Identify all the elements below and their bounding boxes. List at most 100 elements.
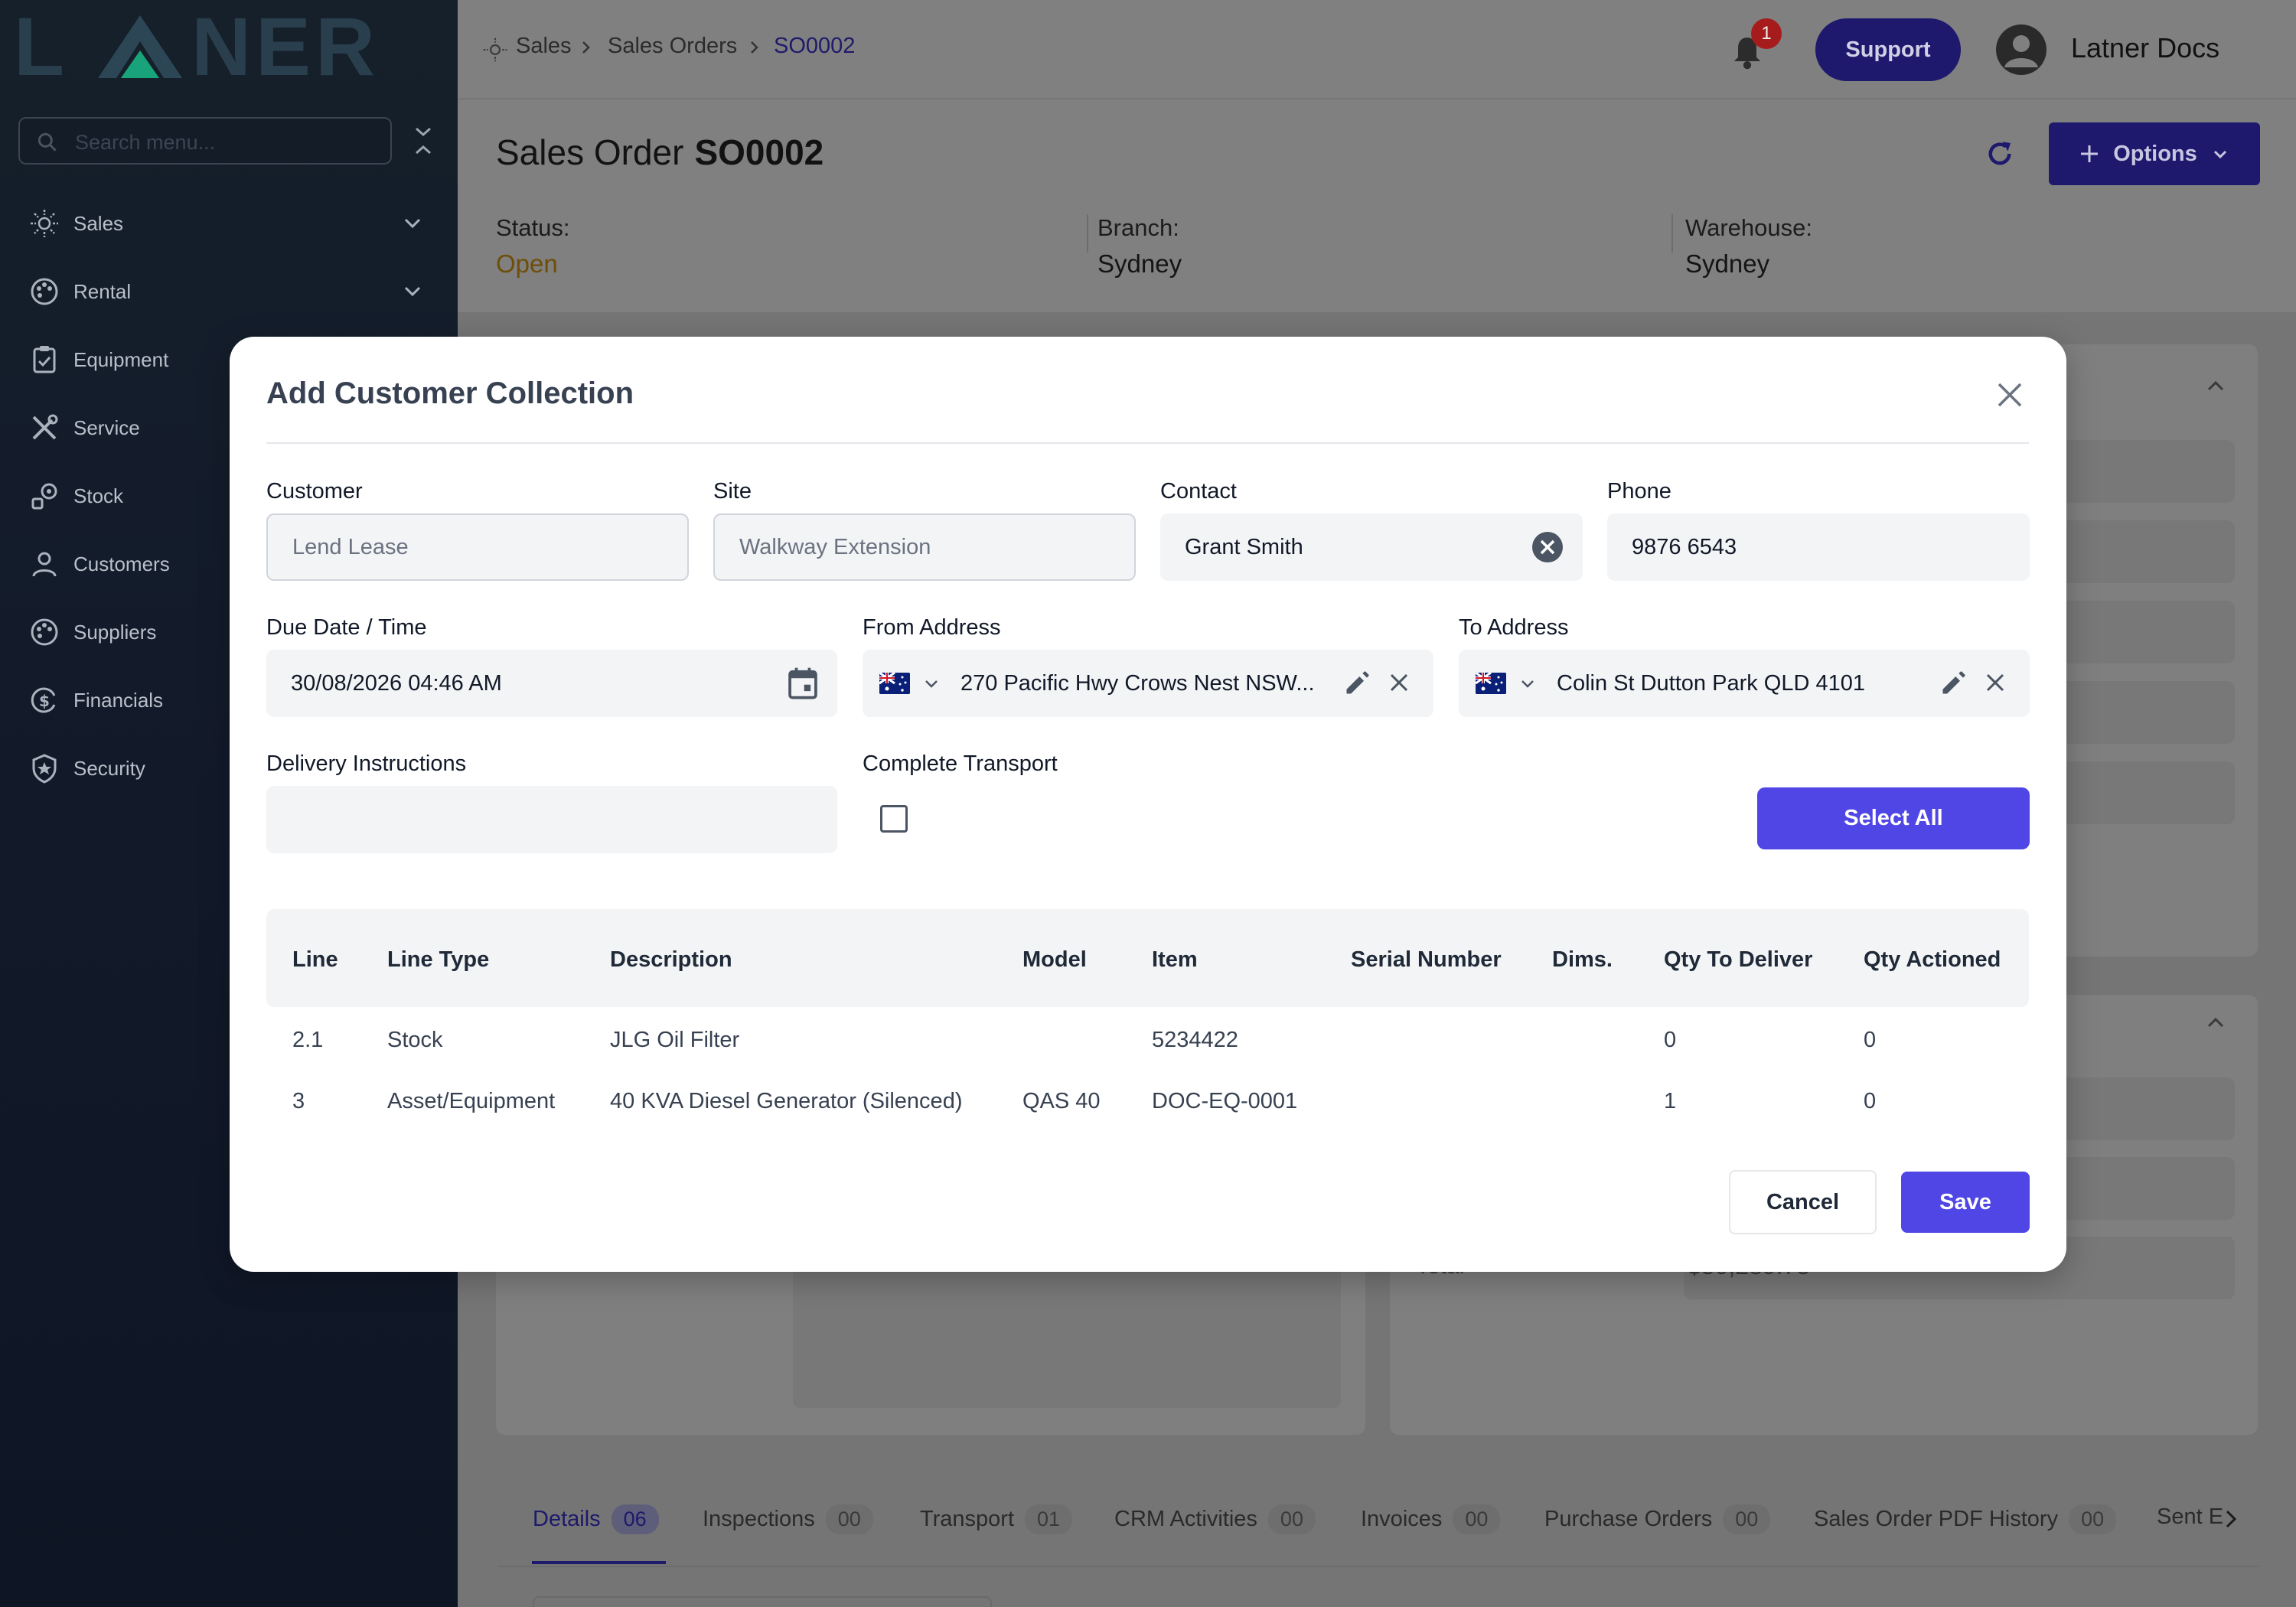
- due-date-field[interactable]: 30/08/2026 04:46 AM: [266, 650, 837, 717]
- breadcrumb-sales-orders[interactable]: Sales Orders: [608, 34, 737, 59]
- chevron-right-icon: [582, 41, 590, 54]
- contact-field[interactable]: Grant Smith: [1160, 513, 1583, 581]
- person-icon: [28, 547, 61, 581]
- chevron-up-icon[interactable]: [2204, 1012, 2227, 1035]
- cancel-button[interactable]: Cancel: [1729, 1170, 1877, 1234]
- table-cell: 1: [1664, 1089, 1677, 1113]
- tab-label: Details: [533, 1507, 601, 1531]
- from-address-value: 270 Pacific Hwy Crows Nest NSW...: [960, 670, 1315, 696]
- clear-icon[interactable]: [1984, 671, 2007, 694]
- notification-badge: 1: [1751, 18, 1782, 49]
- sidebar-item-label: Financials: [73, 688, 164, 712]
- table-cell: 0: [1664, 1028, 1677, 1052]
- tab-invoices[interactable]: Invoices 00: [1361, 1504, 1501, 1534]
- menu-search-placeholder: Search menu...: [75, 131, 216, 154]
- chevron-right-icon: [751, 41, 758, 54]
- tab-count: 01: [1025, 1504, 1073, 1534]
- pencil-icon[interactable]: [1939, 670, 1967, 697]
- customer-value: Lend Lease: [292, 534, 409, 559]
- tab-sales-order-pdf-history[interactable]: Sales Order PDF History 00: [1814, 1504, 2117, 1534]
- sidebar-item-label: Security: [73, 756, 145, 780]
- divider: [1087, 214, 1088, 253]
- contact-label: Contact: [1160, 479, 1237, 504]
- table-cell: JLG Oil Filter: [610, 1028, 740, 1052]
- column-header: Qty Actioned: [1864, 947, 2001, 972]
- tab-count: 00: [2069, 1504, 2117, 1534]
- chevron-down-icon[interactable]: [1518, 674, 1537, 693]
- pencil-icon[interactable]: [1343, 670, 1371, 697]
- tab-label: CRM Activities: [1114, 1507, 1257, 1531]
- clear-icon[interactable]: [1388, 671, 1411, 694]
- parts-icon: [28, 479, 61, 513]
- tab-sent-emails[interactable]: Sent E: [2157, 1504, 2226, 1530]
- tab-count: 00: [1723, 1504, 1771, 1534]
- table-cell: 40 KVA Diesel Generator (Silenced): [610, 1089, 963, 1113]
- clear-icon[interactable]: [1531, 530, 1564, 564]
- tab-crm-activities[interactable]: CRM Activities 00: [1114, 1504, 1316, 1534]
- from-address-field[interactable]: 270 Pacific Hwy Crows Nest NSW...: [863, 650, 1433, 717]
- tab-purchase-orders[interactable]: Purchase Orders 00: [1544, 1504, 1771, 1534]
- complete-transport-checkbox[interactable]: [880, 805, 908, 833]
- column-header: Qty To Deliver: [1664, 947, 1813, 972]
- table-cell: QAS 40: [1022, 1089, 1101, 1113]
- sidebar-item-label: Service: [73, 416, 140, 439]
- tab-count: 00: [1453, 1504, 1501, 1534]
- collapse-sidebar-icon[interactable]: [412, 122, 435, 159]
- tab-count: 00: [825, 1504, 873, 1534]
- branch-value: Sydney: [1097, 249, 1182, 278]
- latner-logo: L NER: [14, 8, 380, 84]
- table-cell: 0: [1864, 1028, 1877, 1052]
- support-button[interactable]: Support: [1815, 18, 1961, 81]
- calendar-icon[interactable]: [787, 667, 819, 700]
- close-icon[interactable]: [1996, 381, 2024, 409]
- branch-label: Branch:: [1097, 214, 1179, 241]
- australia-flag-icon[interactable]: [879, 673, 910, 694]
- options-button[interactable]: Options: [2049, 122, 2260, 185]
- status-badge: Open: [496, 249, 558, 278]
- tools-icon: [28, 411, 61, 445]
- chevron-down-icon[interactable]: [922, 674, 941, 693]
- australia-flag-icon[interactable]: [1476, 673, 1506, 694]
- sidebar-item-rental[interactable]: Rental: [28, 269, 441, 315]
- chevron-right-icon[interactable]: [2219, 1508, 2242, 1530]
- svg-text:NER: NER: [191, 8, 380, 84]
- sidebar-item-sales[interactable]: Sales: [28, 200, 441, 246]
- column-header: Description: [610, 947, 732, 972]
- save-button[interactable]: Save: [1901, 1172, 2030, 1233]
- search-icon: [38, 132, 57, 152]
- sidebar-item-label: Rental: [73, 279, 132, 303]
- divider: [1671, 214, 1673, 253]
- tab-transport[interactable]: Transport 01: [920, 1504, 1073, 1534]
- tab-details[interactable]: Details 06: [533, 1504, 659, 1534]
- svg-text:L: L: [14, 8, 69, 84]
- column-header: Item: [1152, 947, 1198, 972]
- shield-star-icon: [28, 751, 61, 785]
- tab-inspections[interactable]: Inspections 00: [703, 1504, 873, 1534]
- table-row[interactable]: [266, 1016, 2029, 1062]
- page-title: Sales Order SO0002: [496, 132, 823, 173]
- table-cell: 3: [292, 1089, 305, 1113]
- due-date-value: 30/08/2026 04:46 AM: [291, 670, 502, 696]
- avatar[interactable]: [1996, 24, 2047, 75]
- table-cell: DOC-EQ-0001: [1152, 1089, 1298, 1113]
- to-address-field[interactable]: Colin St Dutton Park QLD 4101: [1459, 650, 2030, 717]
- delivery-instructions-field[interactable]: [266, 786, 837, 853]
- phone-label: Phone: [1607, 479, 1671, 504]
- user-name[interactable]: Latner Docs: [2071, 32, 2219, 64]
- complete-transport-label: Complete Transport: [863, 751, 1058, 776]
- sun-icon: [483, 37, 507, 62]
- warehouse-value: Sydney: [1685, 249, 1770, 278]
- palette-icon: [28, 615, 61, 649]
- refresh-icon[interactable]: [1984, 138, 2016, 170]
- select-all-button[interactable]: Select All: [1757, 787, 2030, 849]
- page-title-prefix: Sales Order: [496, 132, 684, 172]
- breadcrumb-sales[interactable]: Sales: [516, 34, 572, 59]
- table-cell: 2.1: [292, 1028, 324, 1052]
- chevron-up-icon[interactable]: [2204, 375, 2227, 398]
- status-label: Status:: [496, 214, 570, 241]
- menu-search-input[interactable]: Search menu...: [18, 117, 392, 165]
- plus-icon: [2081, 145, 2099, 162]
- phone-field[interactable]: 9876 6543: [1607, 513, 2030, 581]
- to-address-value: Colin St Dutton Park QLD 4101: [1557, 670, 1865, 696]
- chevron-down-icon: [404, 286, 421, 297]
